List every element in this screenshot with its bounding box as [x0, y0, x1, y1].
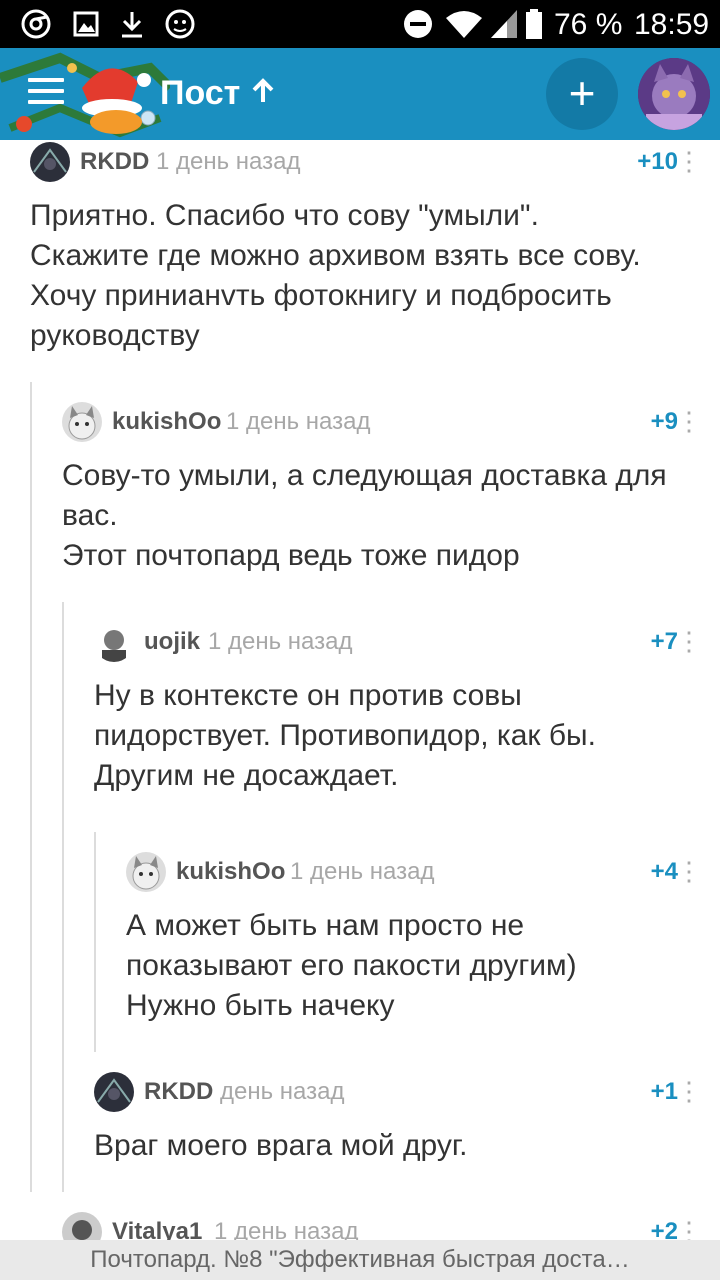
- app-bar: Пост +: [0, 48, 720, 140]
- comment-time: 1 день назад: [214, 1218, 359, 1240]
- comment: kukishOo 1 день назад +4 ⋮ А может быть …: [126, 852, 720, 1032]
- comment: uojik 1 день назад +7 ⋮ Ну в контексте о…: [94, 622, 720, 802]
- more-options-icon[interactable]: ⋮: [676, 1214, 702, 1240]
- post-title-bar[interactable]: Почтопард. №8 "Эффективная быстрая доста…: [0, 1240, 720, 1280]
- comment-line: Этот почтопард ведь тоже пидор: [62, 539, 520, 572]
- comment-author[interactable]: RKDD: [80, 148, 149, 176]
- avatar[interactable]: [94, 1072, 134, 1112]
- more-options-icon[interactable]: ⋮: [676, 624, 702, 658]
- shield-icon: [164, 9, 196, 39]
- comment-author[interactable]: kukishOo: [112, 408, 221, 436]
- battery-icon: [524, 9, 544, 39]
- comment-text: Приятно. Спасибо что сову "умыли". Скажи…: [30, 196, 641, 356]
- comment-line: Хочу принианvть фотокнигу и подбросить: [30, 279, 612, 312]
- page-title: Пост: [160, 74, 241, 112]
- more-options-icon[interactable]: ⋮: [676, 854, 702, 888]
- comment-time: 1 день назад: [226, 408, 371, 435]
- avatar[interactable]: [62, 1212, 102, 1240]
- comment-score: +1: [650, 1078, 678, 1105]
- comment-line: Другим не досаждает.: [94, 759, 399, 792]
- comment-score: +10: [637, 148, 678, 175]
- comment-header: RKDD день назад +1 ⋮: [94, 1072, 720, 1112]
- dnd-icon: [402, 10, 434, 38]
- add-post-button[interactable]: +: [546, 58, 618, 130]
- comment-text: Враг моего врага мой друг.: [94, 1126, 467, 1166]
- comment-time: день назад: [220, 1078, 345, 1105]
- comment-line: вас.: [62, 499, 118, 532]
- comment-line: Ну в контексте он против совы: [94, 679, 522, 712]
- more-options-icon[interactable]: ⋮: [676, 404, 702, 438]
- comment-author[interactable]: uojik: [144, 628, 200, 656]
- comment-score: +9: [650, 408, 678, 435]
- comment-line: Враг моего врага мой друг.: [94, 1129, 468, 1162]
- status-bar: 76 % 18:59: [0, 0, 720, 48]
- download-icon: [118, 10, 146, 38]
- comment-header: kukishOo 1 день назад +9 ⋮: [62, 402, 720, 442]
- comment-header: uojik 1 день назад +7 ⋮: [94, 622, 720, 662]
- thread-line: [30, 382, 32, 1192]
- avatar[interactable]: [94, 622, 134, 662]
- comment-text: Ну в контексте он против совы пидорствуе…: [94, 676, 596, 796]
- comment-author[interactable]: kukishOo: [176, 858, 285, 886]
- thread-line: [94, 832, 96, 1052]
- user-avatar[interactable]: [638, 58, 710, 130]
- comment-line: Приятно. Спасибо что сову "умыли".: [30, 199, 539, 232]
- comment-header: kukishOo 1 день назад +4 ⋮: [126, 852, 720, 892]
- avatar[interactable]: [126, 852, 166, 892]
- comment-text: Сову-то умыли, а следующая доставка для …: [62, 456, 667, 576]
- more-options-icon[interactable]: ⋮: [676, 1074, 702, 1108]
- avatar[interactable]: [30, 142, 70, 182]
- avatar[interactable]: [62, 402, 102, 442]
- comment-line: руководству: [30, 319, 200, 352]
- comment-score: +2: [650, 1218, 678, 1240]
- menu-icon[interactable]: [28, 78, 64, 106]
- comment: Vitalya1 1 день назад +2 ⋮: [62, 1212, 720, 1240]
- wifi-icon: [444, 10, 484, 38]
- comment: kukishOo 1 день назад +9 ⋮ Сову-то умыли…: [62, 402, 720, 582]
- signal-icon: [488, 10, 518, 38]
- image-icon: [72, 10, 100, 38]
- comment: RKDD день назад +1 ⋮ Враг моего врага мо…: [94, 1072, 720, 1182]
- christmas-decoration-icon: [0, 52, 170, 138]
- more-options-icon[interactable]: ⋮: [676, 144, 702, 178]
- comment: RKDD 1 день назад +10 ⋮ Приятно. Спасибо…: [30, 142, 720, 362]
- clock: 18:59: [634, 8, 710, 41]
- comment-line: пидорствует. Противопидор, как бы.: [94, 719, 596, 752]
- comment-line: показывают его пакости другим): [126, 949, 577, 982]
- comment-line: Скажите где можно архивом взять все сову…: [30, 239, 641, 272]
- comment-score: +7: [650, 628, 678, 655]
- comment-text: А может быть нам просто не показывают ег…: [126, 906, 577, 1026]
- comment-author[interactable]: RKDD: [144, 1078, 213, 1106]
- comment-author[interactable]: Vitalya1: [112, 1218, 202, 1240]
- scroll-up-icon[interactable]: [250, 78, 276, 111]
- thread-line: [62, 602, 64, 1192]
- battery-percent: 76 %: [554, 8, 623, 41]
- comment-time: 1 день назад: [208, 628, 353, 655]
- comment-header: Vitalya1 1 день назад +2 ⋮: [62, 1212, 720, 1240]
- chrome-icon: [20, 9, 52, 39]
- comment-line: Нужно быть начеку: [126, 989, 395, 1022]
- comment-score: +4: [650, 858, 678, 885]
- comment-time: 1 день назад: [156, 148, 301, 175]
- comment-line: Сову-то умыли, а следующая доставка для: [62, 459, 667, 492]
- comment-header: RKDD 1 день назад +10 ⋮: [30, 142, 720, 182]
- comment-line: А может быть нам просто не: [126, 909, 525, 942]
- comment-time: 1 день назад: [290, 858, 435, 885]
